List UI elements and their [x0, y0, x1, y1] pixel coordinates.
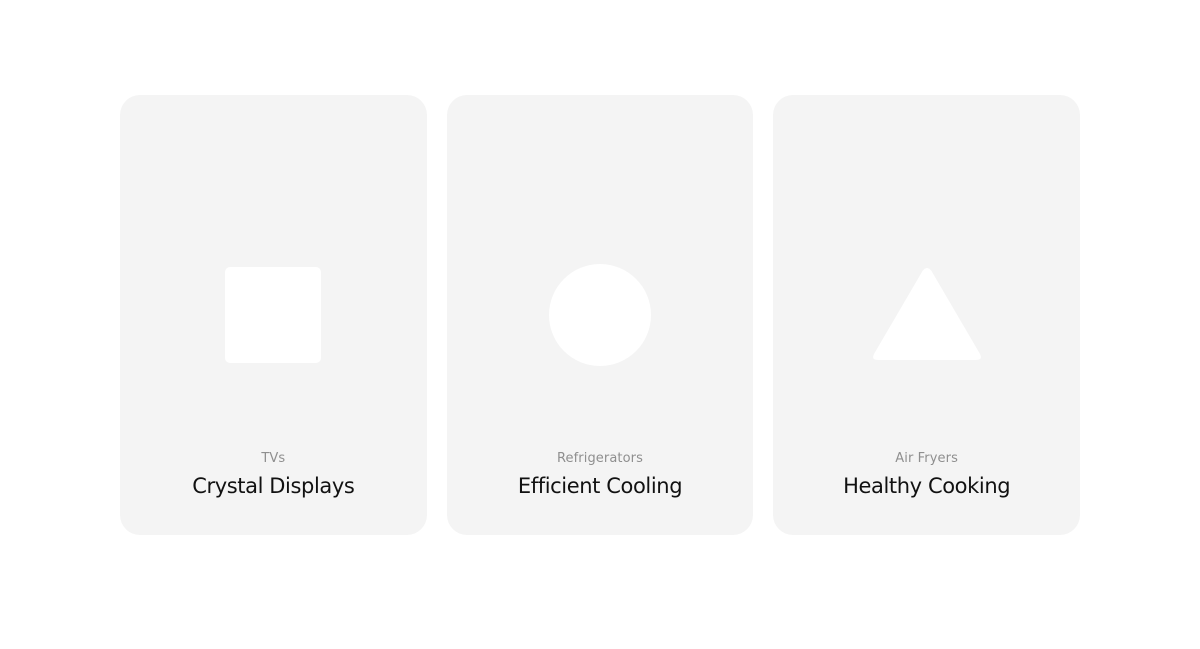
card-illustration [120, 260, 427, 370]
card-category: TVs [261, 451, 286, 466]
triangle-icon [872, 268, 981, 360]
card-illustration [447, 260, 754, 370]
card-title: Efficient Cooling [517, 474, 683, 498]
card-refrigerators[interactable]: Refrigerators Efficient Cooling [446, 95, 754, 535]
card-category: Air Fryers [895, 451, 958, 466]
card-title: Crystal Displays [192, 474, 355, 498]
circle-icon [548, 264, 651, 366]
product-category-cards: TVs Crystal Displays Refrigerators Effic… [120, 95, 1080, 535]
card-caption: Air Fryers Healthy Cooking [773, 451, 1080, 499]
card-illustration [773, 260, 1080, 370]
card-category: Refrigerators [556, 451, 643, 466]
card-caption: TVs Crystal Displays [120, 451, 427, 499]
card-tvs[interactable]: TVs Crystal Displays [120, 95, 427, 535]
card-caption: Refrigerators Efficient Cooling [447, 451, 754, 499]
square-icon [225, 267, 322, 363]
card-air-fryers[interactable]: Air Fryers Healthy Cooking [773, 95, 1080, 535]
card-title: Healthy Cooking [843, 474, 1011, 498]
